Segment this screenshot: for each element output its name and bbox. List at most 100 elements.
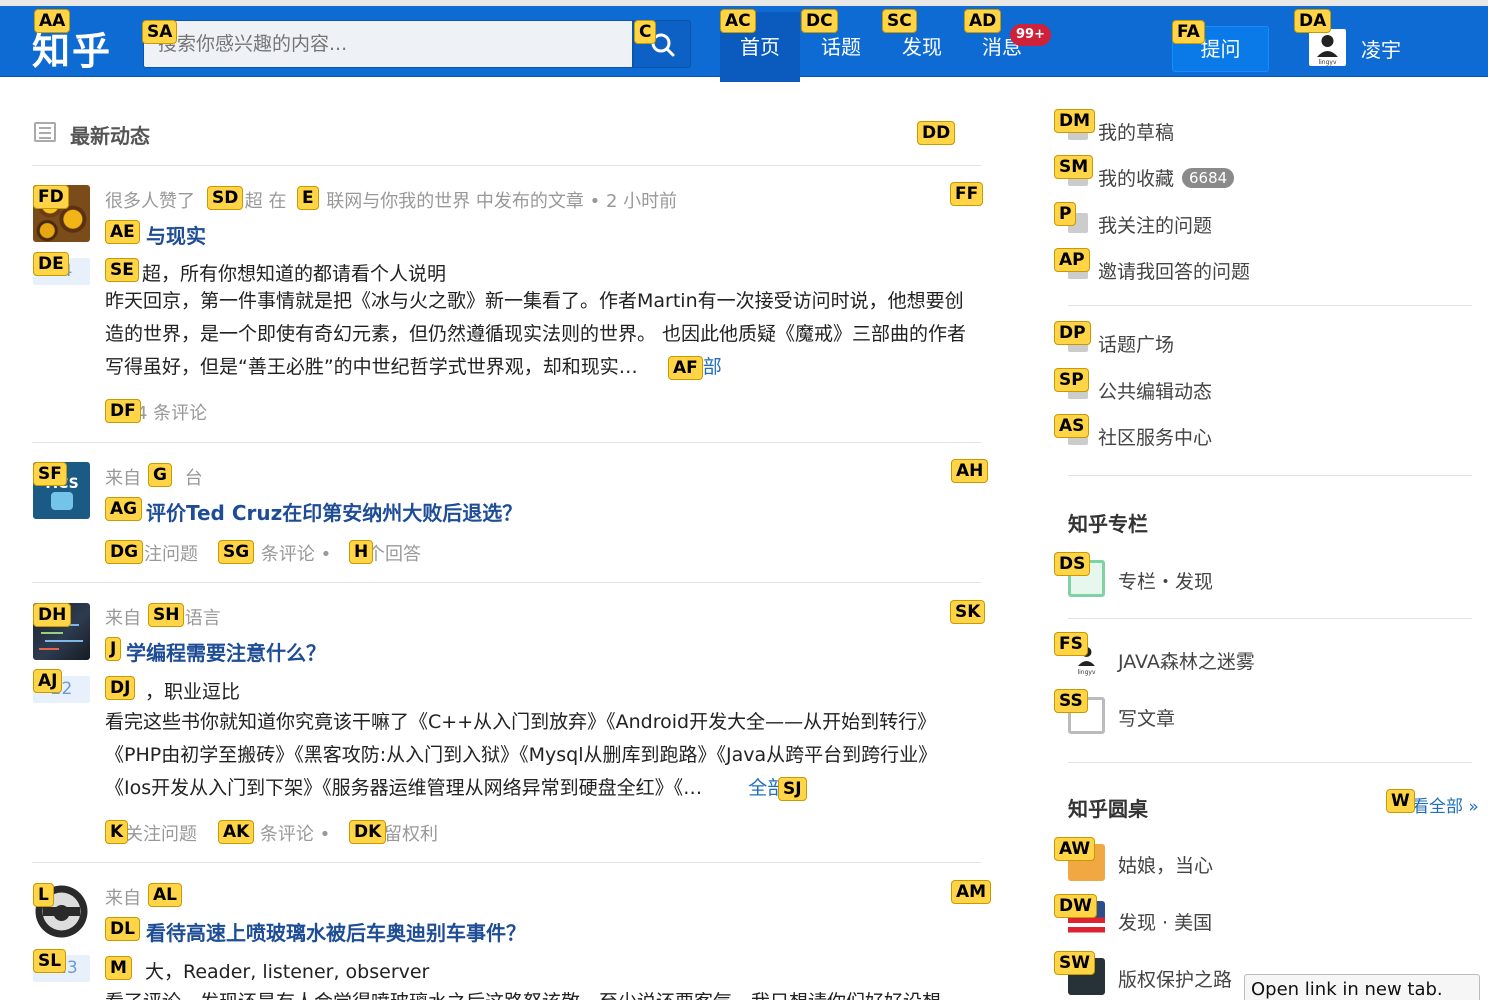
hint-label: G	[148, 463, 172, 487]
hint-label: DD	[917, 121, 956, 145]
author-info: ，职业逗比	[145, 681, 241, 703]
hint-label: SP	[1054, 368, 1089, 392]
summary-text: 昨天回京，第一件事情就是把《冰与火之歌》新一集看了。作者Martin有一次接受访…	[105, 290, 967, 378]
sidebar-item-topic-square[interactable]: 话题广场	[1098, 330, 1174, 357]
divider	[1068, 762, 1472, 763]
meta-topic-link[interactable]: 语言	[185, 608, 221, 629]
sidebar-item-label: 我的收藏	[1098, 168, 1175, 190]
hint-label: SC	[882, 9, 917, 33]
meta-text: 来自	[105, 608, 141, 629]
question-title-link[interactable]: 学编程需要注意什么？	[126, 637, 326, 666]
sidebar-item-collections[interactable]: 我的收藏 6684	[1098, 164, 1235, 191]
hint-label: DE	[33, 252, 69, 276]
follow-question-link[interactable]: 注问题	[144, 544, 198, 565]
column-explore-link[interactable]: 专栏・发现	[1118, 567, 1213, 594]
author-info: 大，Reader, listener, observer	[145, 961, 430, 983]
divider	[32, 442, 981, 443]
hint-label: H	[349, 540, 374, 564]
hint-label: DK	[349, 820, 387, 844]
roundtable-heading: 知乎圆桌	[1068, 797, 1148, 821]
roundtable-link[interactable]: 姑娘，当心	[1118, 851, 1213, 878]
meta-author-link[interactable]: 超 在	[245, 191, 287, 212]
hint-label: AD	[964, 9, 1002, 33]
summary-text: 看完这些书你就知道你究竟该干嘛了《C++从入门到放弃》《Android开发大全—…	[105, 711, 938, 799]
comments-link[interactable]: 2 条评论 •	[243, 824, 331, 845]
hint-label: AC	[720, 9, 756, 33]
divider	[1068, 618, 1472, 619]
hint-label: SH	[148, 603, 185, 627]
sidebar-item-drafts[interactable]: 我的草稿	[1098, 118, 1174, 145]
answer-summary[interactable]: 看完这些书你就知道你究竟该干嘛了《C++从入门到放弃》《Android开发大全—…	[105, 706, 965, 805]
hint-label: AF	[668, 356, 703, 380]
hint-label: SE	[105, 258, 139, 282]
hint-label: DG	[105, 540, 144, 564]
comments-link[interactable]: 4 条评论	[136, 399, 207, 425]
hint-label: DP	[1054, 321, 1091, 345]
hint-label: SS	[1054, 689, 1088, 713]
article-summary[interactable]: 昨天回京，第一件事情就是把《冰与火之歌》新一集看了。作者Martin有一次接受访…	[105, 285, 980, 384]
hint-label: SG	[218, 540, 255, 564]
sidebar-item-followed-questions[interactable]: 我关注的问题	[1098, 211, 1212, 238]
write-article-link[interactable]: 写文章	[1118, 704, 1175, 731]
columns-heading: 知乎专栏	[1068, 512, 1148, 536]
hint-label: DL	[105, 917, 140, 941]
question-title-link[interactable]: 看待高速上喷玻璃水被后车奥迪别车事件？	[146, 917, 526, 946]
hint-label: SL	[33, 949, 67, 973]
hint-label: DM	[1054, 109, 1096, 133]
author-info: 超，所有你想知道的都请看个人说明	[142, 263, 447, 285]
divider	[1068, 305, 1472, 306]
divider	[32, 862, 981, 863]
collections-count-badge: 6684	[1182, 168, 1235, 188]
hint-label: E	[297, 186, 319, 210]
username-link[interactable]: 凌宇	[1361, 34, 1401, 63]
messages-count-badge: 99+	[1010, 24, 1051, 46]
roundtable-link[interactable]: 版权保护之路	[1118, 965, 1232, 992]
meta-text: 来自	[105, 468, 141, 489]
sidebar-item-community-service[interactable]: 社区服务中心	[1098, 423, 1212, 450]
follow-question-link[interactable]: 关注问题	[125, 824, 197, 845]
answer-summary[interactable]: 看了评论，发现还是有人会觉得喷玻璃水之后这路怒该敬，至少说还要客气，我只想请你们…	[105, 986, 980, 1000]
sidebar-item-invited-questions[interactable]: 邀请我回答的问题	[1098, 257, 1250, 284]
article-title-link[interactable]: 与现实	[146, 220, 206, 249]
hint-label: SD	[207, 186, 244, 210]
my-column-link[interactable]: JAVA森林之迷雾	[1118, 647, 1255, 674]
meta-text: 很多人赞了	[105, 191, 195, 212]
hint-label: L	[33, 883, 54, 907]
meta-column-link[interactable]: 联网与你我的世界 中发布的文章 • 2 小时前	[326, 191, 677, 212]
user-silhouette-icon: lingyv	[1317, 35, 1338, 66]
hint-label: FD	[33, 185, 69, 209]
question-actions: 注问题 9 条评论 • 个回答	[105, 540, 421, 566]
hint-label: AG	[105, 497, 143, 521]
user-avatar[interactable]: lingyv	[1309, 29, 1346, 66]
answers-link[interactable]: 个回答	[367, 544, 421, 565]
roundtable-link[interactable]: 发现 · 美国	[1118, 908, 1212, 935]
feed-title: 最新动态	[70, 124, 150, 148]
hint-label: SK	[950, 600, 986, 624]
hint-label: SA	[142, 20, 178, 44]
search-input[interactable]	[143, 20, 633, 68]
sidebar-item-public-edits[interactable]: 公共编辑动态	[1098, 377, 1212, 404]
hint-label: FF	[950, 182, 984, 206]
feed-item-meta: 很多人赞了 超 在 联网与你我的世界 中发布的文章 • 2 小时前	[105, 187, 677, 213]
hint-label: SM	[1054, 155, 1094, 179]
hint-label: SF	[33, 462, 67, 486]
hint-label: P	[1054, 202, 1077, 226]
question-title-link[interactable]: 评价Ted Cruz在印第安纳州大败后退选？	[146, 497, 522, 526]
hint-label: AM	[951, 880, 992, 904]
hint-label: AA	[34, 9, 71, 33]
hint-label: W	[1386, 789, 1415, 813]
meta-topic-link[interactable]: 台	[185, 468, 203, 489]
hint-label: AS	[1054, 414, 1090, 438]
divider	[1068, 475, 1472, 476]
hint-label: AH	[951, 459, 989, 483]
divider	[32, 165, 981, 166]
hint-label: AK	[218, 820, 255, 844]
meta-text: 来自	[105, 888, 141, 909]
hint-label: FA	[1172, 20, 1205, 44]
link-tooltip: Open link in new tab.	[1244, 974, 1480, 1000]
hint-label: DW	[1054, 894, 1097, 918]
hint-label: C	[634, 20, 657, 44]
hint-label: DC	[801, 9, 838, 33]
hint-label: SJ	[778, 777, 807, 801]
comments-link[interactable]: 9 条评论 •	[244, 544, 332, 565]
